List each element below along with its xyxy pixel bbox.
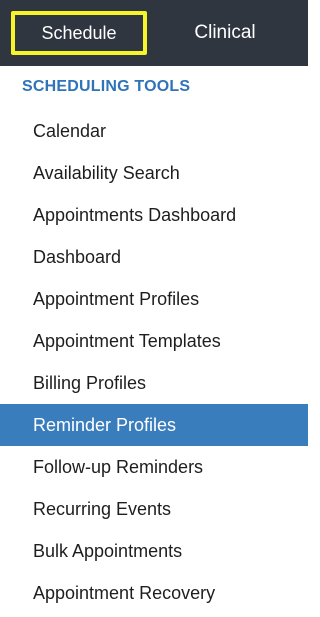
menu-item-calendar[interactable]: Calendar	[0, 110, 308, 152]
scheduling-tools-menu: Calendar Availability Search Appointment…	[0, 110, 308, 614]
tab-schedule-label: Schedule	[41, 22, 117, 43]
menu-item-appointment-templates[interactable]: Appointment Templates	[0, 320, 308, 362]
section-heading-scheduling-tools: SCHEDULING TOOLS	[22, 78, 191, 95]
tab-schedule[interactable]: Schedule	[11, 11, 147, 55]
menu-item-appointments-dashboard[interactable]: Appointments Dashboard	[0, 194, 308, 236]
menu-item-availability-search[interactable]: Availability Search	[0, 152, 308, 194]
menu-item-reminder-profiles[interactable]: Reminder Profiles	[0, 404, 308, 446]
menu-item-billing-profiles[interactable]: Billing Profiles	[0, 362, 308, 404]
menu-item-follow-up-reminders[interactable]: Follow-up Reminders	[0, 446, 308, 488]
menu-item-appointment-recovery[interactable]: Appointment Recovery	[0, 572, 308, 614]
menu-item-appointment-profiles[interactable]: Appointment Profiles	[0, 278, 308, 320]
tab-clinical-label: Clinical	[194, 22, 256, 43]
menu-item-recurring-events[interactable]: Recurring Events	[0, 488, 308, 530]
menu-item-dashboard[interactable]: Dashboard	[0, 236, 308, 278]
tab-clinical[interactable]: Clinical	[150, 0, 300, 66]
menu-item-bulk-appointments[interactable]: Bulk Appointments	[0, 530, 308, 572]
